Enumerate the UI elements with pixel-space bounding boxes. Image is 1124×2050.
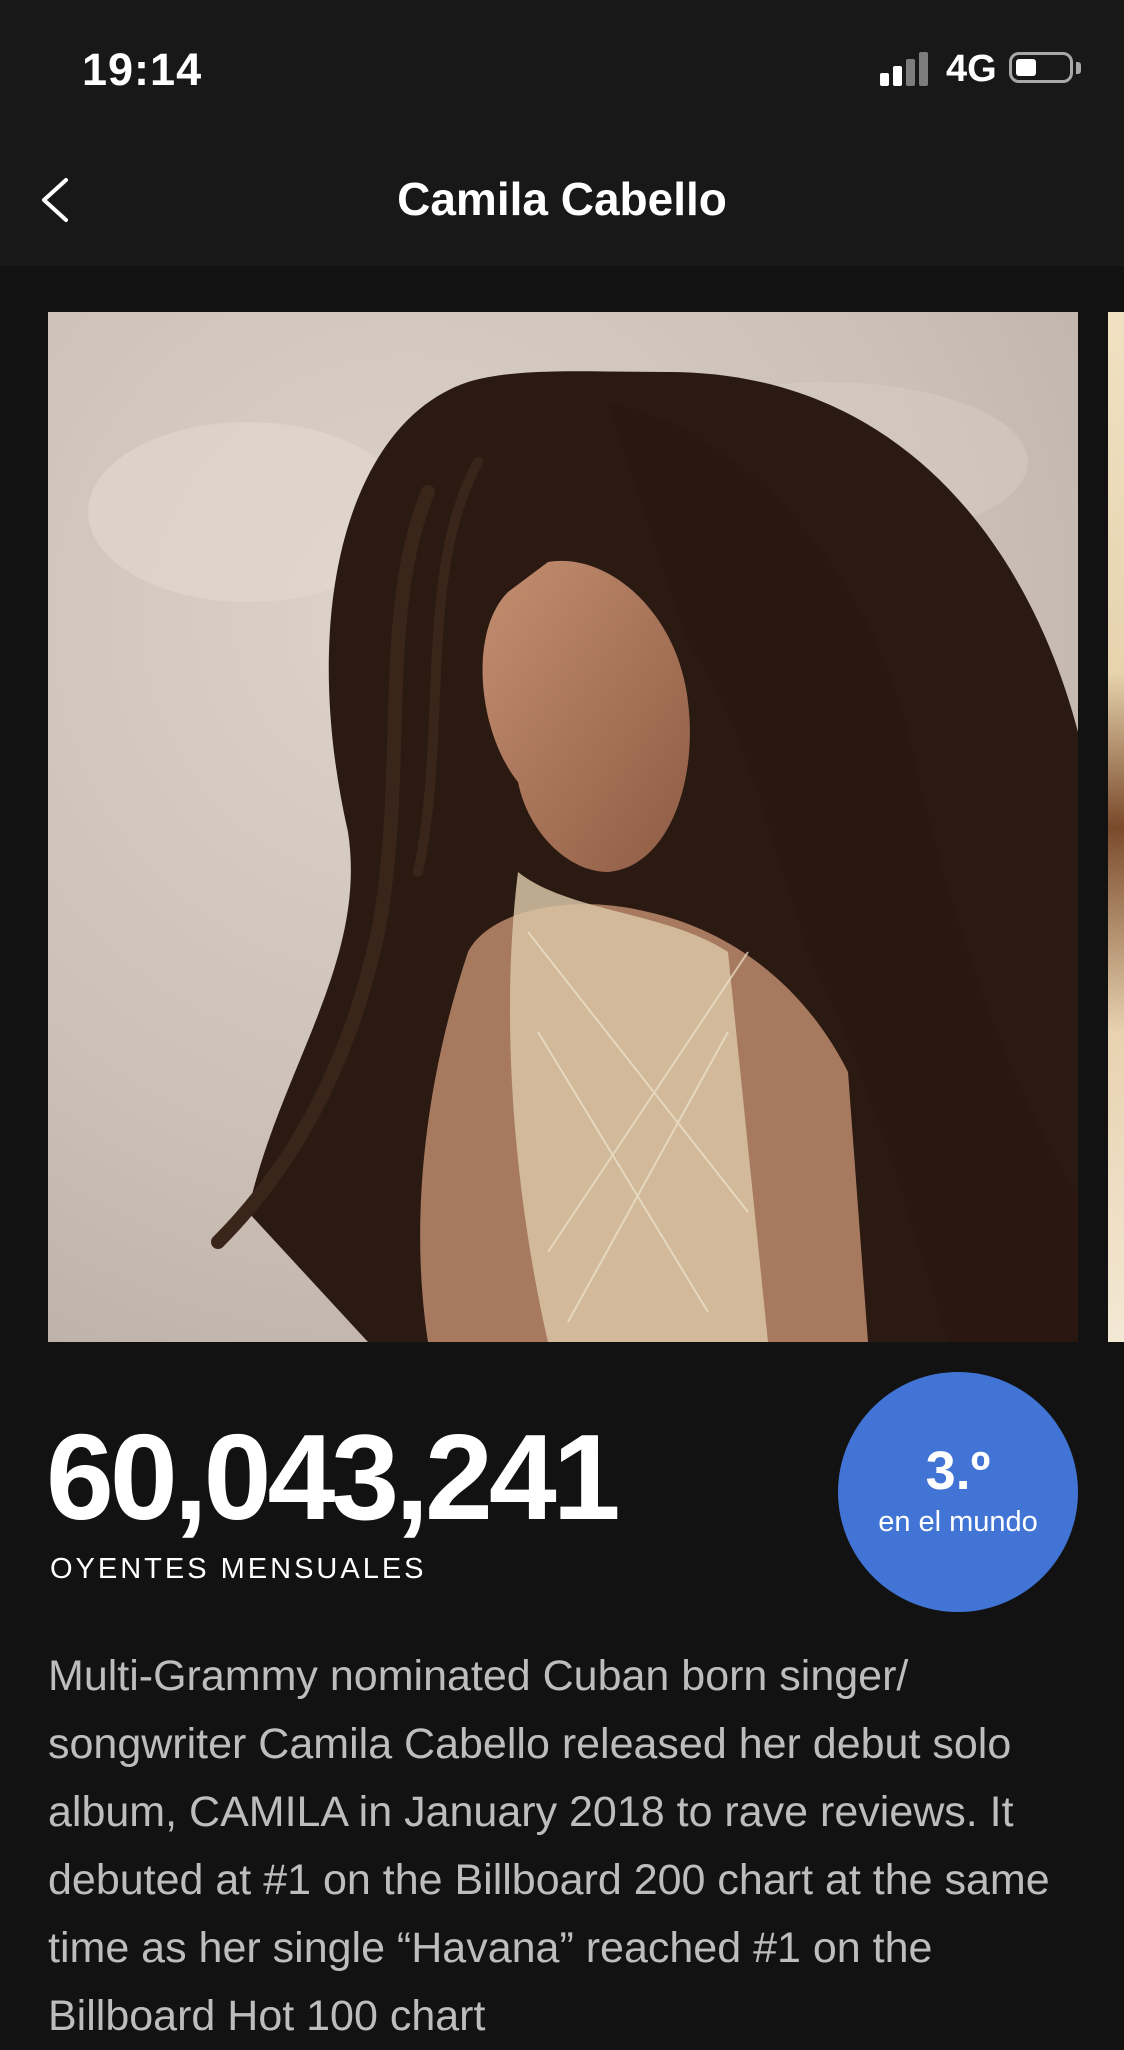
artist-image-carousel[interactable] — [0, 312, 1124, 1342]
artist-portrait-image — [48, 312, 1078, 1342]
artist-biography: Multi-Grammy nominated Cuban born singer… — [48, 1652, 1050, 2040]
status-time: 19:14 — [82, 44, 203, 95]
battery-icon — [1009, 52, 1073, 83]
status-bar: 19:14 4G — [0, 0, 1124, 130]
rank-position: 3.º — [925, 1441, 991, 1501]
monthly-listeners-label: OYENTES MENSUALES — [50, 1553, 427, 1585]
world-rank-badge: 3.º en el mundo — [838, 1372, 1078, 1612]
top-navigation-bar: Camila Cabello — [0, 130, 1124, 266]
signal-icon — [880, 50, 932, 86]
rank-scope: en el mundo — [878, 1506, 1038, 1538]
page-title: Camila Cabello — [397, 173, 727, 225]
next-photo-peek[interactable] — [1108, 312, 1124, 1342]
battery-tip — [1076, 62, 1081, 74]
artist-photo[interactable] — [48, 312, 1078, 1342]
monthly-listeners-count: 60,043,241 — [46, 1409, 621, 1545]
network-type: 4G — [946, 48, 997, 90]
